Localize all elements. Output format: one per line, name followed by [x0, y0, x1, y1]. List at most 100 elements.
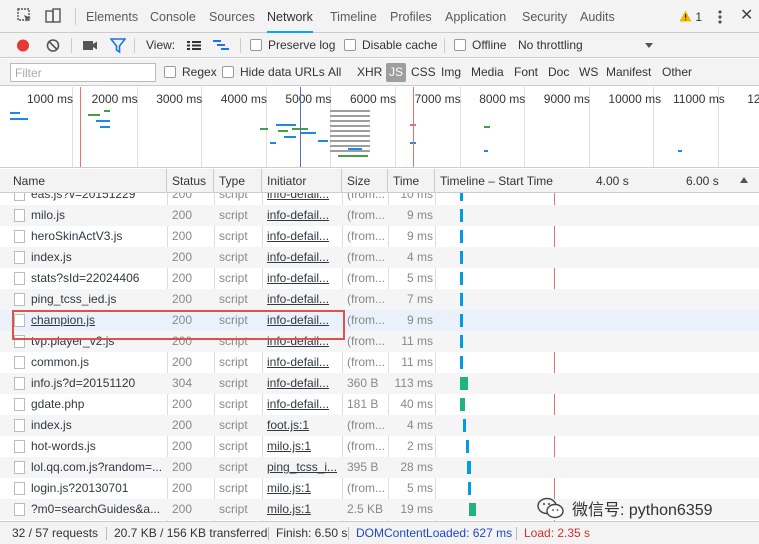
inspect-icon[interactable]	[16, 7, 34, 25]
request-initiator-link[interactable]: info-defail...	[267, 310, 341, 331]
column-header-name[interactable]: Name	[9, 169, 167, 193]
throttling-select[interactable]: No throttling	[518, 33, 583, 58]
filter-type-xhr[interactable]: XHR	[355, 63, 384, 82]
request-name-cell[interactable]: index.js	[14, 415, 168, 436]
filter-type-js[interactable]: JS	[386, 63, 407, 82]
request-name-cell[interactable]: ping_tcss_ied.js	[14, 289, 168, 310]
request-type: script	[219, 250, 248, 264]
table-row[interactable]: eas.js?v=20151229 200 script info-defail...…	[0, 193, 759, 205]
request-initiator-link[interactable]: milo.js:1	[267, 478, 341, 499]
request-initiator-link[interactable]: info-defail...	[267, 205, 341, 226]
preserve-log-box[interactable]	[250, 39, 262, 51]
request-initiator-link[interactable]: ping_tcss_i...	[267, 457, 341, 478]
tab-application[interactable]: Application	[445, 0, 506, 33]
request-initiator-link[interactable]: foot.js:1	[267, 415, 341, 436]
request-name-cell[interactable]: heroSkinActV3.js	[14, 226, 168, 247]
tab-console[interactable]: Console	[150, 0, 196, 33]
request-initiator-link[interactable]: info-defail...	[267, 193, 341, 205]
request-initiator-link[interactable]: info-defail...	[267, 373, 341, 394]
filter-type-other[interactable]: Other	[660, 63, 694, 82]
request-initiator-link[interactable]: info-defail...	[267, 352, 341, 373]
request-initiator-link[interactable]: info-defail...	[267, 226, 341, 247]
device-toggle-icon[interactable]	[44, 7, 62, 25]
filter-input[interactable]	[10, 63, 156, 82]
table-row[interactable]: tvp.player_v2.js 200 script info-defail... (…	[0, 331, 759, 352]
disable-cache-box[interactable]	[344, 39, 356, 51]
dropdown-arrow-icon[interactable]	[644, 33, 654, 58]
request-initiator-link[interactable]: info-defail...	[267, 268, 341, 289]
column-header-status[interactable]: Status	[168, 169, 214, 193]
filter-type-media[interactable]: Media	[469, 63, 506, 82]
request-name-cell[interactable]: milo.js	[14, 205, 168, 226]
record-icon[interactable]	[16, 33, 30, 58]
timeline-overview[interactable]: 1000 ms 2000 ms 3000 ms 4000 ms 5000 ms 6000 …	[0, 87, 759, 168]
offline-box[interactable]	[454, 39, 466, 51]
tab-audits[interactable]: Audits	[580, 0, 615, 33]
request-name-cell[interactable]: common.js	[14, 352, 168, 373]
request-name-cell[interactable]: gdate.php	[14, 394, 168, 415]
camera-icon[interactable]	[82, 33, 98, 58]
table-row[interactable]: stats?sId=22024406 200 script info-defail..…	[0, 268, 759, 289]
hide-data-urls-box[interactable]	[222, 66, 234, 78]
filter-type-manifest[interactable]: Manifest	[604, 63, 653, 82]
table-row[interactable]: index.js 200 script foot.js:1 (from... 4 ms	[0, 415, 759, 436]
filter-type-css[interactable]: CSS	[409, 63, 438, 82]
waterfall-icon[interactable]	[212, 33, 230, 58]
clear-icon[interactable]	[46, 33, 60, 58]
column-header-type[interactable]: Type	[215, 169, 262, 193]
request-initiator-link[interactable]: info-defail...	[267, 331, 341, 352]
warning-badge[interactable]: 1	[679, 8, 702, 26]
request-initiator-link[interactable]: info-defail...	[267, 394, 341, 415]
close-icon[interactable]: ✕	[740, 6, 753, 26]
request-name-cell[interactable]: tvp.player_v2.js	[14, 331, 168, 352]
request-name-cell[interactable]: login.js?20130701	[14, 478, 168, 499]
scroll-up-arrow-icon[interactable]	[740, 177, 748, 183]
tab-network[interactable]: Network	[267, 0, 313, 33]
tab-sources[interactable]: Sources	[209, 0, 255, 33]
request-initiator-link[interactable]: milo.js:1	[267, 436, 341, 457]
column-header-time[interactable]: Time	[389, 169, 435, 193]
table-row[interactable]: lol.qq.com.js?random=... 200 script ping_tc…	[0, 457, 759, 478]
filter-type-ws[interactable]: WS	[577, 63, 600, 82]
request-initiator-link[interactable]: info-defail...	[267, 247, 341, 268]
offline-checkbox[interactable]: Offline	[454, 33, 506, 58]
request-name-cell[interactable]: champion.js	[14, 310, 168, 331]
preserve-log-checkbox[interactable]: Preserve log	[250, 33, 335, 58]
regex-box[interactable]	[164, 66, 176, 78]
column-header-initiator[interactable]: Initiator	[263, 169, 342, 193]
regex-checkbox[interactable]: Regex	[162, 63, 219, 82]
filter-icon[interactable]	[109, 33, 127, 58]
table-row[interactable]: heroSkinActV3.js 200 script info-defail... (…	[0, 226, 759, 247]
table-row[interactable]: champion.js 200 script info-defail... (from.…	[0, 310, 759, 331]
request-initiator-link[interactable]: info-defail...	[267, 289, 341, 310]
table-row[interactable]: common.js 200 script info-defail... (from...…	[0, 352, 759, 373]
large-rows-icon[interactable]	[186, 33, 202, 58]
filter-type-all[interactable]: All	[326, 63, 343, 82]
request-type: script	[219, 193, 248, 201]
table-row[interactable]: gdate.php 200 script info-defail... 181 B 40 …	[0, 394, 759, 415]
table-row[interactable]: ping_tcss_ied.js 200 script info-defail... (…	[0, 289, 759, 310]
hide-data-urls-checkbox[interactable]: Hide data URLs	[220, 63, 327, 82]
tab-profiles[interactable]: Profiles	[390, 0, 432, 33]
more-menu-icon[interactable]	[714, 7, 726, 27]
tab-elements[interactable]: Elements	[86, 0, 138, 33]
table-row[interactable]: index.js 200 script info-defail... (from... 4…	[0, 247, 759, 268]
table-row[interactable]: hot-words.js 200 script milo.js:1 (from... 2 …	[0, 436, 759, 457]
column-header-size[interactable]: Size	[343, 169, 388, 193]
table-row[interactable]: info.js?d=20151120 304 script info-defail..…	[0, 373, 759, 394]
request-name-cell[interactable]: info.js?d=20151120	[14, 373, 168, 394]
request-name-cell[interactable]: eas.js?v=20151229	[14, 193, 168, 205]
request-name-cell[interactable]: hot-words.js	[14, 436, 168, 457]
filter-type-img[interactable]: Img	[439, 63, 463, 82]
table-row[interactable]: milo.js 200 script info-defail... (from... 9 …	[0, 205, 759, 226]
filter-type-doc[interactable]: Doc	[546, 63, 571, 82]
request-initiator-link[interactable]: milo.js:1	[267, 499, 341, 520]
filter-type-font[interactable]: Font	[512, 63, 540, 82]
tab-timeline[interactable]: Timeline	[330, 0, 377, 33]
disable-cache-checkbox[interactable]: Disable cache	[344, 33, 437, 58]
request-name-cell[interactable]: index.js	[14, 247, 168, 268]
request-name-cell[interactable]: ?m0=searchGuides&a...	[14, 499, 168, 520]
request-name-cell[interactable]: stats?sId=22024406	[14, 268, 168, 289]
request-name-cell[interactable]: lol.qq.com.js?random=...	[14, 457, 168, 478]
tab-security[interactable]: Security	[522, 0, 567, 33]
